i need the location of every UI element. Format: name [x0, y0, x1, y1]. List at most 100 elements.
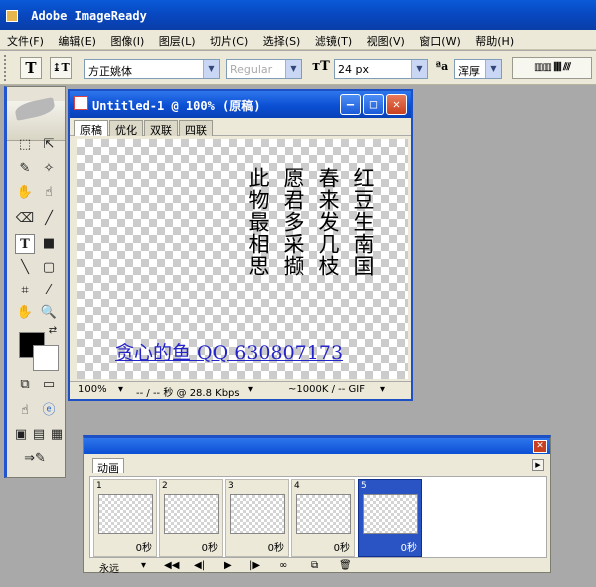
rounded-rect-tool-icon[interactable]: ▢	[39, 258, 59, 278]
text-orientation-icon[interactable]: ↨T	[50, 57, 72, 79]
brush-tool-icon[interactable]: ╱	[39, 209, 59, 229]
menu-layer[interactable]: 图层(L)	[152, 30, 200, 49]
play-icon[interactable]: ▶	[224, 560, 232, 571]
frame-delay[interactable]: 0秒	[334, 539, 350, 554]
menu-help[interactable]: 帮助(H)	[468, 30, 518, 49]
move-tool-icon[interactable]: ⇱	[39, 135, 59, 155]
tab-animation[interactable]: 动画	[92, 458, 124, 475]
imageready-logo-icon	[6, 10, 18, 22]
poem-column-1: 红豆生南国	[351, 167, 375, 277]
app-title-bar: Adobe ImageReady	[0, 0, 596, 30]
document-status-bar: 100% ▾ -- / -- 秒 @ 28.8 Kbps ▾ ~1000K / …	[70, 381, 411, 399]
loop-select[interactable]: 永远	[99, 560, 119, 575]
magic-wand-tool-icon[interactable]: ✧	[39, 159, 59, 179]
text-tracking-icons[interactable]: ▥▥ ⫼⫼ ⫽⫽	[512, 57, 592, 79]
menu-window[interactable]: 窗口(W)	[412, 30, 464, 49]
rewind-icon[interactable]: ◀◀	[164, 560, 179, 571]
previous-frame-icon[interactable]: ◀|	[194, 560, 205, 571]
slice-tool-icon[interactable]: ✋	[15, 183, 35, 203]
slice-select-tool-icon[interactable]: ☝	[39, 183, 59, 203]
frame-thumbnail	[296, 494, 351, 534]
download-time[interactable]: -- / -- 秒 @ 28.8 Kbps	[136, 384, 240, 399]
frame-delay[interactable]: 0秒	[202, 539, 218, 554]
document-title: Untitled-1 @ 100% (原稿)	[92, 99, 261, 113]
type-tool-icon[interactable]: T	[15, 234, 35, 254]
preview-browser-icon[interactable]: ⓔ	[39, 401, 59, 421]
view-tabs: 原稿 优化 双联 四联	[70, 118, 411, 137]
antialias-icon: ªa	[435, 60, 449, 73]
frame-thumbnail	[98, 494, 153, 534]
document-canvas[interactable]: 红豆生南国 春来发几枝 愿君多采撷 此物最相思 贪心的鱼 QQ 63080717…	[77, 139, 408, 379]
zoom-tool-icon[interactable]: 🔍	[39, 303, 59, 323]
menu-view[interactable]: 视图(V)	[360, 30, 409, 49]
tab-original[interactable]: 原稿	[74, 120, 108, 137]
animation-frame[interactable]: 1 0秒	[93, 479, 157, 557]
chevron-down-icon[interactable]: ▾	[118, 384, 123, 395]
jump-to-photoshop-icon[interactable]: ⇒✎	[15, 449, 55, 469]
tween-icon[interactable]: ∞	[279, 560, 287, 571]
rectangle-tool-icon[interactable]: ■	[39, 234, 59, 254]
chevron-down-icon: ▼	[485, 60, 501, 78]
slice-visibility-icon[interactable]: ▭	[39, 375, 59, 395]
author-link-text[interactable]: 贪心的鱼 QQ 630807173	[115, 338, 343, 365]
frame-thumbnail	[363, 494, 418, 534]
menu-image[interactable]: 图像(I)	[103, 30, 148, 49]
poem-column-2: 春来发几枝	[316, 167, 340, 277]
eraser-tool-icon[interactable]: ⌫	[15, 209, 35, 229]
frame-delay[interactable]: 0秒	[136, 539, 152, 554]
font-family-select[interactable]: 方正姚体 ▼	[84, 59, 220, 79]
zoom-level[interactable]: 100%	[78, 384, 107, 395]
lasso-tool-icon[interactable]: ✎	[15, 159, 35, 179]
image-map-visibility-icon[interactable]: ⧉	[15, 375, 35, 395]
animation-palette: ✕ 动画 ▶ 1 0秒 2 0秒 3 0秒 4 0秒 5 0秒 永远 ▾ ◀◀ …	[83, 435, 551, 575]
maximize-button[interactable]: □	[363, 94, 384, 115]
tab-4up[interactable]: 四联	[179, 120, 213, 137]
animation-frame[interactable]: 3 0秒	[225, 479, 289, 557]
background-color-swatch[interactable]	[33, 345, 59, 371]
font-style-select: Regular ▼	[226, 59, 302, 79]
frame-delay[interactable]: 0秒	[401, 539, 417, 554]
antialias-select[interactable]: 浑厚 ▼	[454, 59, 502, 79]
minimize-button[interactable]: –	[340, 94, 361, 115]
animation-frame[interactable]: 2 0秒	[159, 479, 223, 557]
menu-file[interactable]: 文件(F)	[0, 30, 48, 49]
menu-select[interactable]: 选择(S)	[256, 30, 305, 49]
menu-edit[interactable]: 编辑(E)	[51, 30, 100, 49]
hand-tool-icon[interactable]: ✋	[15, 303, 35, 323]
tab-optimized[interactable]: 优化	[109, 120, 143, 137]
document-window: Untitled-1 @ 100% (原稿) – □ ✕ 原稿 优化 双联 四联 红豆…	[68, 89, 413, 401]
duplicate-frame-icon[interactable]: ⧉	[311, 560, 318, 571]
preview-document-icon[interactable]: ☝	[15, 401, 35, 421]
chevron-down-icon[interactable]: ▾	[380, 384, 385, 395]
menu-filter[interactable]: 滤镜(T)	[308, 30, 356, 49]
options-bar-grip[interactable]	[4, 55, 8, 81]
chevron-down-icon[interactable]: ▾	[248, 384, 253, 395]
close-button[interactable]: ✕	[386, 94, 407, 115]
close-icon[interactable]: ✕	[533, 440, 547, 453]
poem-column-3: 愿君多采撷	[281, 167, 305, 277]
menu-slice[interactable]: 切片(C)	[203, 30, 252, 49]
eyedropper-tool-icon[interactable]: ⁄	[39, 281, 59, 301]
file-size-info[interactable]: ~1000K / -- GIF	[288, 384, 365, 395]
full-screen-mode-icon[interactable]: ▦	[47, 425, 67, 445]
document-title-bar[interactable]: Untitled-1 @ 100% (原稿) – □ ✕	[70, 91, 411, 118]
marquee-tool-icon[interactable]: ⬚	[15, 135, 35, 155]
standard-screen-mode-icon[interactable]: ▣	[11, 425, 31, 445]
swap-colors-icon[interactable]: ⇄	[47, 325, 59, 337]
line-tool-icon[interactable]: ╲	[15, 258, 35, 278]
font-size-select[interactable]: 24 px ▼	[334, 59, 428, 79]
crop-tool-icon[interactable]: ⌗	[15, 281, 35, 301]
palette-menu-icon[interactable]: ▶	[532, 459, 544, 471]
full-screen-menu-mode-icon[interactable]: ▤	[29, 425, 49, 445]
delete-frame-icon[interactable]: 🗑	[339, 560, 352, 571]
chevron-down-icon[interactable]: ▾	[141, 560, 146, 571]
tab-2up[interactable]: 双联	[144, 120, 178, 137]
font-size-icon: ᴛT	[312, 59, 330, 74]
type-tool-icon[interactable]: T	[20, 57, 42, 79]
palette-title-bar[interactable]	[84, 438, 550, 454]
next-frame-icon[interactable]: |▶	[249, 560, 260, 571]
animation-frame-selected[interactable]: 5 0秒	[358, 479, 422, 557]
frame-delay[interactable]: 0秒	[268, 539, 284, 554]
animation-frame[interactable]: 4 0秒	[291, 479, 355, 557]
options-bar: T ↨T 方正姚体 ▼ Regular ▼ ᴛT 24 px ▼ ªa 浑厚 ▼ ▥▥ …	[0, 51, 596, 85]
